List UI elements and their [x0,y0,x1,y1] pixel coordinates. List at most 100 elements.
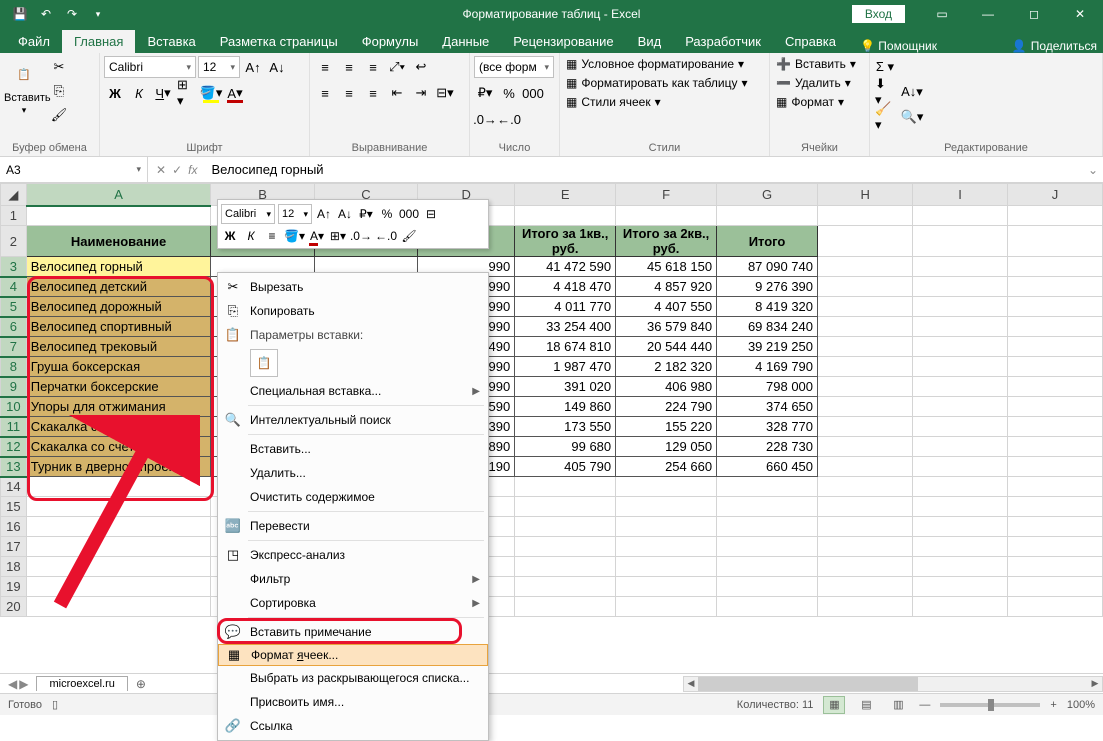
cell[interactable] [1007,557,1102,577]
cell[interactable] [913,397,1008,417]
cell[interactable]: 129 050 [616,437,717,457]
sheet-nav-prev-icon[interactable]: ◀ [8,677,17,691]
tab-view[interactable]: Вид [626,30,674,53]
cell[interactable] [515,497,616,517]
tab-formulas[interactable]: Формулы [350,30,431,53]
mini-percent-icon[interactable]: % [378,204,396,224]
cell[interactable] [913,377,1008,397]
cell[interactable] [26,537,211,557]
cell[interactable] [1007,397,1102,417]
cell[interactable] [913,417,1008,437]
sheet-nav-next-icon[interactable]: ▶ [19,677,28,691]
row-header[interactable]: 19 [1,577,27,597]
tab-page-layout[interactable]: Разметка страницы [208,30,350,53]
fx-icon[interactable]: fx [188,163,197,177]
qat-customize-icon[interactable]: ▾ [86,2,110,26]
cell-name[interactable]: Велосипед горный [26,257,211,277]
scroll-right-icon[interactable]: ▶ [1088,677,1102,691]
tab-home[interactable]: Главная [62,30,135,53]
mini-fill-color-icon[interactable]: 🪣▾ [284,226,305,246]
cell[interactable] [717,597,818,617]
row-header[interactable]: 11 [1,417,27,437]
col-header-H[interactable]: H [818,184,913,206]
cell[interactable] [515,537,616,557]
mini-bold-button[interactable]: Ж [221,226,239,246]
cell[interactable] [616,497,717,517]
align-top-icon[interactable]: ≡ [314,56,336,78]
cell[interactable] [913,437,1008,457]
maximize-icon[interactable]: ◻ [1011,0,1057,28]
cell[interactable] [913,357,1008,377]
col-header-J[interactable]: J [1007,184,1102,206]
cell[interactable] [818,477,913,497]
zoom-level[interactable]: 100% [1067,699,1095,711]
delete-cells-button[interactable]: ➖Удалить ▾ [774,75,853,91]
autosum-icon[interactable]: Σ ▾ [874,56,896,78]
cell[interactable] [616,537,717,557]
cell[interactable] [1007,477,1102,497]
cell-styles-button[interactable]: ▦Стили ячеек ▾ [564,94,663,110]
tell-me[interactable]: 💡 Помощник [860,39,937,53]
mini-format-painter-icon[interactable]: 🖌 [400,226,418,246]
cell[interactable]: 99 680 [515,437,616,457]
cell[interactable] [913,317,1008,337]
cell[interactable]: 173 550 [515,417,616,437]
cell[interactable]: 18 674 810 [515,337,616,357]
cell[interactable] [818,577,913,597]
row-header[interactable]: 16 [1,517,27,537]
cell[interactable] [913,537,1008,557]
cell[interactable] [717,577,818,597]
mini-merge-icon[interactable]: ⊟ [422,204,440,224]
find-icon[interactable]: 🔍▾ [898,106,926,128]
cell[interactable]: 36 579 840 [616,317,717,337]
header-cell-total[interactable]: Итого [717,226,818,257]
align-bottom-icon[interactable]: ≡ [362,56,384,78]
cell[interactable] [818,357,913,377]
minimize-icon[interactable]: ― [965,0,1011,28]
save-icon[interactable]: 💾 [8,2,32,26]
increase-indent-icon[interactable]: ⇥ [410,82,432,104]
cell[interactable] [1007,577,1102,597]
cell[interactable] [1007,297,1102,317]
cell[interactable]: 149 860 [515,397,616,417]
zoom-slider[interactable] [940,703,1040,707]
cell[interactable]: 1 987 470 [515,357,616,377]
format-painter-icon[interactable]: 🖌 [48,104,70,126]
insert-cells-button[interactable]: ➕Вставить ▾ [774,56,858,72]
row-header[interactable]: 18 [1,557,27,577]
cell[interactable] [616,517,717,537]
worksheet-grid[interactable]: ◢ A B C D E F G H I J 1 2 Наименование П… [0,183,1103,673]
borders-icon[interactable]: ⊞ ▾ [176,82,198,104]
fill-icon[interactable]: ⬇ ▾ [874,81,896,103]
login-button[interactable]: Вход [852,5,905,23]
formula-input[interactable]: Велосипед горный [205,162,1083,177]
cell[interactable] [26,517,211,537]
ctx-paste-special[interactable]: Специальная вставка...▶ [218,379,488,403]
cell[interactable] [1007,417,1102,437]
cell[interactable] [1007,497,1102,517]
decrease-decimal-icon[interactable]: ←.0 [498,108,520,130]
view-page-layout-icon[interactable]: ▤ [855,696,877,714]
cell[interactable] [913,517,1008,537]
cell[interactable] [1007,537,1102,557]
cell[interactable] [717,517,818,537]
tab-data[interactable]: Данные [430,30,501,53]
mini-increase-font-icon[interactable]: A↑ [315,204,333,224]
tab-help[interactable]: Справка [773,30,848,53]
undo-icon[interactable]: ↶ [34,2,58,26]
align-center-icon[interactable]: ≡ [338,82,360,104]
cell[interactable] [1007,357,1102,377]
ctx-translate[interactable]: 🔤Перевести [218,514,488,538]
cell[interactable] [515,597,616,617]
header-cell-t1[interactable]: Итого за 1кв., руб. [515,226,616,257]
format-as-table-button[interactable]: ▦Форматировать как таблицу ▾ [564,75,750,91]
font-size-combo[interactable]: 12▾ [198,56,240,78]
mini-font-combo[interactable]: Calibri▾ [221,204,275,224]
cell[interactable] [913,257,1008,277]
cell[interactable] [913,597,1008,617]
cell[interactable] [26,597,211,617]
cell[interactable]: 228 730 [717,437,818,457]
clear-icon[interactable]: 🧹▾ [874,106,896,128]
cell[interactable] [913,337,1008,357]
scroll-left-icon[interactable]: ◀ [684,677,698,691]
